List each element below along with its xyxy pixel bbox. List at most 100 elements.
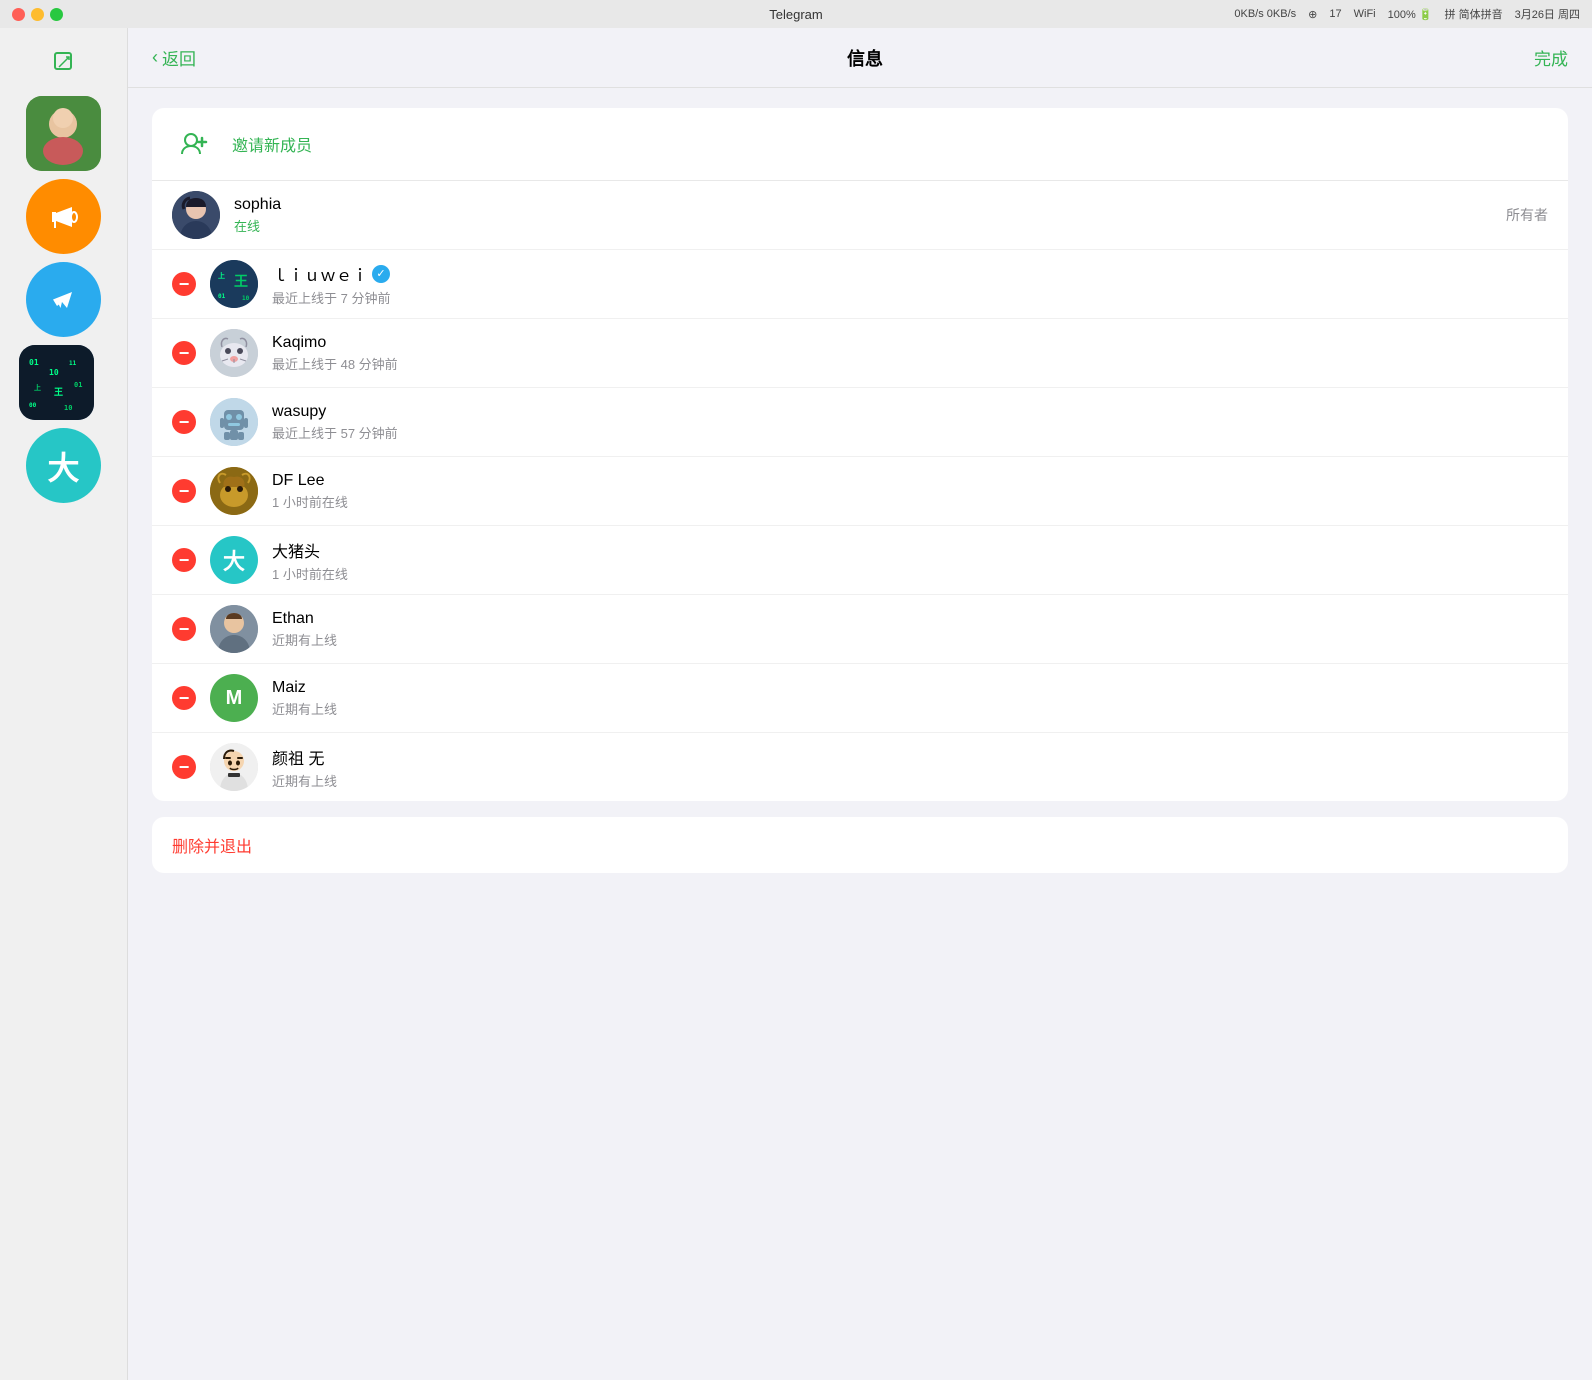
window-title: Telegram	[769, 7, 822, 22]
maximize-button[interactable]	[50, 8, 63, 21]
wechat-icon: 17	[1329, 8, 1341, 20]
content-area: 邀请新成员 sophia 在	[128, 88, 1592, 1380]
minimize-button[interactable]	[31, 8, 44, 21]
member-row-yanzuwu[interactable]: −	[152, 733, 1568, 801]
sidebar-item-liuwei[interactable]: 01 10 11 上 王 01 00 10	[19, 345, 94, 420]
done-button[interactable]: 完成	[1534, 45, 1568, 70]
member-row-ethan[interactable]: − Ethan 近期有上线	[152, 595, 1568, 664]
sidebar-item-group[interactable]	[26, 96, 101, 171]
svg-text:01: 01	[29, 358, 39, 367]
member-row-kaqimo[interactable]: − Kaqimo	[152, 319, 1568, 388]
back-chevron-icon: ‹	[152, 47, 158, 68]
svg-text:王: 王	[234, 274, 248, 290]
member-row-sophia[interactable]: sophia 在线 所有者	[152, 181, 1568, 250]
yanzuwu-status: 近期有上线	[272, 771, 1548, 790]
yanzuwu-info: 颜祖 无 近期有上线	[272, 745, 1548, 790]
sidebar-item-telegram[interactable]	[26, 262, 101, 337]
sophia-name: sophia	[234, 196, 1506, 214]
maiz-name: Maiz	[272, 679, 1548, 697]
liuwei-status: 最近上线于 7 分钟前	[272, 288, 1548, 307]
remove-liuwei-button[interactable]: −	[172, 272, 196, 296]
maiz-info: Maiz 近期有上线	[272, 679, 1548, 718]
sophia-role: 所有者	[1506, 205, 1548, 225]
member-row-liuwei[interactable]: − 上 王 01 10 ｌｉｕｗｅｉ ✓	[152, 250, 1568, 319]
input-method: 拼 简体拼音	[1445, 6, 1503, 22]
kaqimo-avatar-icon	[210, 329, 258, 377]
dflee-info: DF Lee 1 小时前在线	[272, 472, 1548, 511]
sophia-avatar-icon	[172, 191, 220, 239]
megaphone-icon	[46, 199, 82, 235]
delete-exit-button[interactable]: 删除并退出	[152, 817, 1568, 873]
danger-card: 删除并退出	[152, 817, 1568, 873]
member-row-dazh[interactable]: − 大 大猪头 1 小时前在线	[152, 526, 1568, 595]
dflee-status: 1 小时前在线	[272, 492, 1548, 511]
close-button[interactable]	[12, 8, 25, 21]
yanzuwu-avatar-icon	[210, 743, 258, 791]
dazh-status: 1 小时前在线	[272, 564, 1548, 583]
member-row-maiz[interactable]: − M Maiz 近期有上线	[152, 664, 1568, 733]
svg-text:00: 00	[29, 402, 37, 409]
liuwei-info: ｌｉｕｗｅｉ ✓ 最近上线于 7 分钟前	[272, 262, 1548, 307]
remove-kaqimo-button[interactable]: −	[172, 341, 196, 365]
invite-label: 邀请新成员	[232, 132, 312, 156]
compose-button[interactable]	[46, 44, 82, 80]
datetime: 3月26日 周四	[1515, 6, 1580, 22]
remove-yanzuwu-button[interactable]: −	[172, 755, 196, 779]
svg-text:上: 上	[218, 271, 225, 280]
svg-text:10: 10	[49, 368, 59, 377]
delete-exit-label: 删除并退出	[172, 833, 252, 857]
traffic-lights	[12, 8, 63, 21]
ethan-name: Ethan	[272, 610, 1548, 628]
sophia-info: sophia 在线	[234, 196, 1506, 235]
remove-ethan-button[interactable]: −	[172, 617, 196, 641]
sidebar-top	[0, 44, 127, 80]
svg-text:01: 01	[74, 381, 82, 389]
wasupy-name: wasupy	[272, 403, 1548, 421]
da-label: 大	[47, 443, 79, 489]
add-person-icon	[180, 130, 208, 158]
dflee-name: DF Lee	[272, 472, 1548, 490]
sidebar-item-da[interactable]: 大	[26, 428, 101, 503]
kaqimo-info: Kaqimo 最近上线于 48 分钟前	[272, 334, 1548, 373]
telegram-icon	[44, 280, 84, 320]
wifi-icon: ⊕	[1308, 8, 1317, 21]
back-button[interactable]: ‹ 返回	[152, 45, 196, 70]
liuwei-avatar-icon: 上 王 01 10	[210, 260, 258, 308]
verified-icon: ✓	[372, 265, 390, 283]
wasupy-status: 最近上线于 57 分钟前	[272, 423, 1548, 442]
svg-text:11: 11	[69, 360, 77, 367]
title-bar: Telegram 0KB/s 0KB/s ⊕ 17 WiFi 100% 🔋 拼 …	[0, 0, 1592, 28]
back-label: 返回	[162, 45, 196, 70]
kaqimo-name: Kaqimo	[272, 334, 1548, 352]
liuwei-name: ｌｉｕｗｅｉ ✓	[272, 262, 1548, 286]
wasupy-avatar-icon	[210, 398, 258, 446]
invite-row[interactable]: 邀请新成员	[152, 108, 1568, 181]
remove-wasupy-button[interactable]: −	[172, 410, 196, 434]
matrix-avatar-icon: 01 10 11 上 王 01 00 10	[19, 345, 94, 420]
dflee-avatar-icon	[210, 467, 258, 515]
ethan-avatar-icon	[210, 605, 258, 653]
network-speed: 0KB/s 0KB/s	[1234, 8, 1296, 20]
maiz-status: 近期有上线	[272, 699, 1548, 718]
member-row-wasupy[interactable]: −	[152, 388, 1568, 457]
dazh-avatar-label: 大	[223, 544, 245, 576]
compose-icon	[52, 50, 76, 74]
dazh-info: 大猪头 1 小时前在线	[272, 538, 1548, 583]
svg-text:10: 10	[242, 295, 250, 302]
status-bar: 0KB/s 0KB/s ⊕ 17 WiFi 100% 🔋 拼 简体拼音 3月26…	[1234, 6, 1580, 22]
remove-dflee-button[interactable]: −	[172, 479, 196, 503]
remove-maiz-button[interactable]: −	[172, 686, 196, 710]
app-window: 01 10 11 上 王 01 00 10 大 ‹ 返回 信息 完成	[0, 28, 1592, 1380]
remove-dazh-button[interactable]: −	[172, 548, 196, 572]
ethan-info: Ethan 近期有上线	[272, 610, 1548, 649]
kaqimo-status: 最近上线于 48 分钟前	[272, 354, 1548, 373]
sidebar-item-channel[interactable]	[26, 179, 101, 254]
member-row-dflee[interactable]: − DF Lee 1 小	[152, 457, 1568, 526]
page-title: 信息	[847, 45, 883, 71]
battery: 100% 🔋	[1388, 8, 1433, 21]
svg-text:王: 王	[54, 387, 63, 398]
header: ‹ 返回 信息 完成	[128, 28, 1592, 88]
ethan-status: 近期有上线	[272, 630, 1548, 649]
svg-text:01: 01	[218, 293, 226, 300]
wifi-signal: WiFi	[1354, 8, 1376, 20]
